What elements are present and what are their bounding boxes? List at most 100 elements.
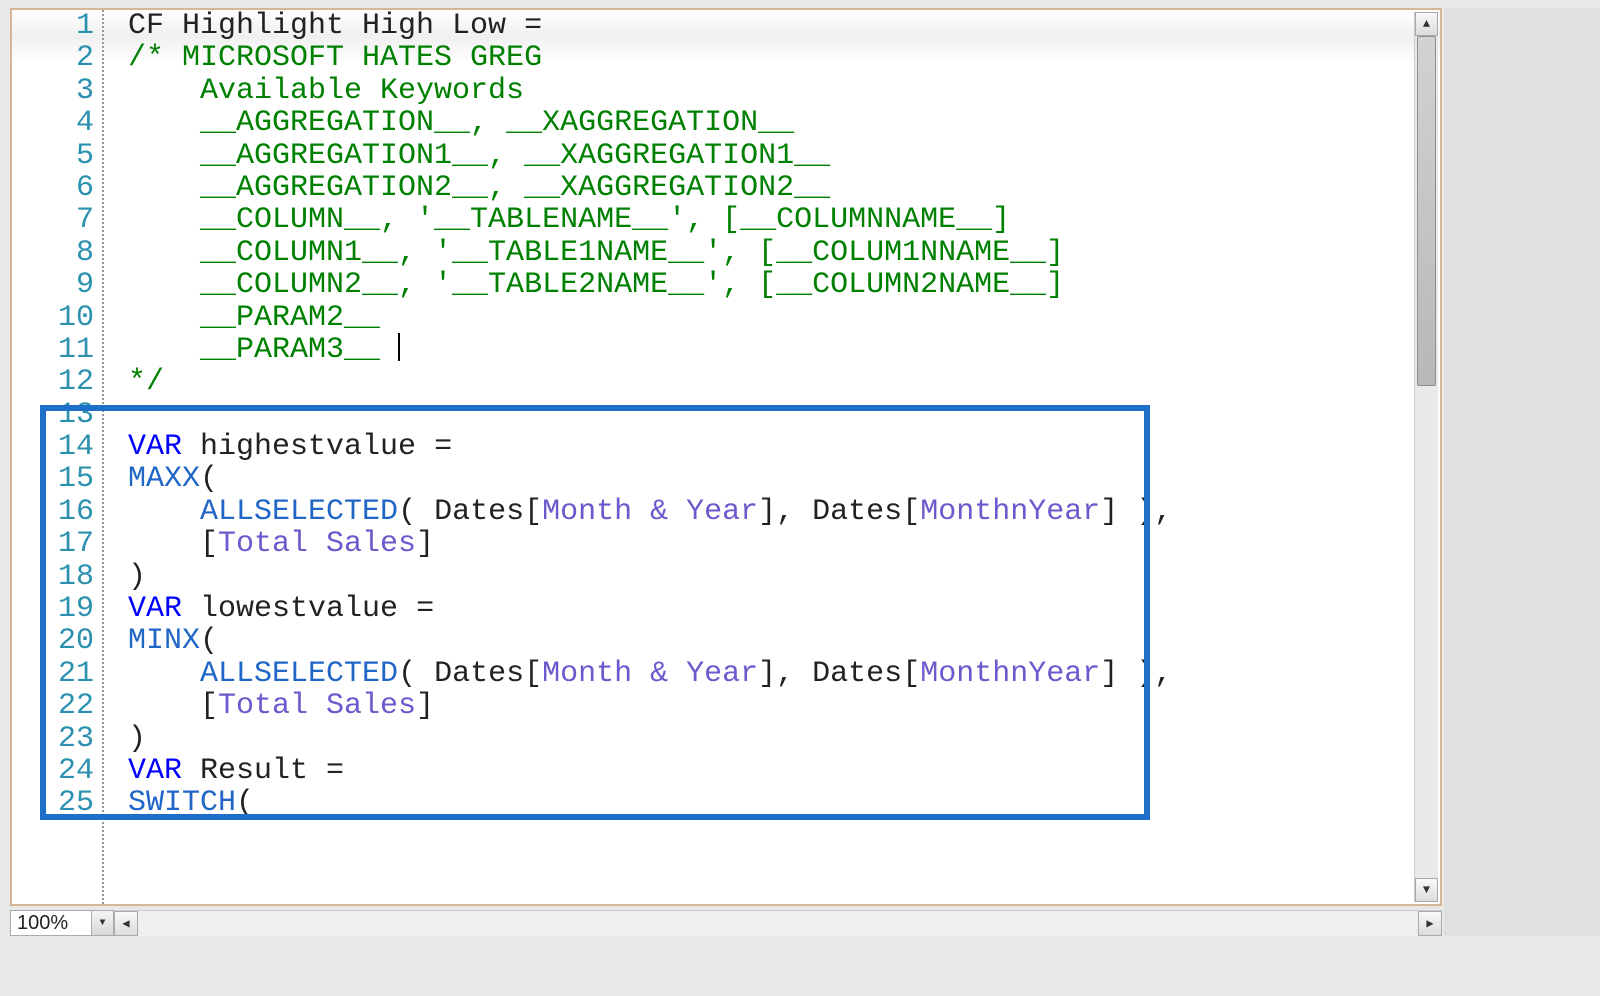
token-pn: = xyxy=(434,430,452,464)
line-number: 24 xyxy=(12,755,94,787)
code-line[interactable]: MINX( xyxy=(128,625,1440,657)
token-pn: [ xyxy=(902,657,920,691)
code-line[interactable]: ALLSELECTED( Dates[Month & Year], Dates[… xyxy=(128,496,1440,528)
code-line[interactable]: __AGGREGATION__, __XAGGREGATION__ xyxy=(128,107,1440,139)
token-fn: MINX xyxy=(128,624,200,658)
token-pn: ( xyxy=(200,624,218,658)
code-line[interactable]: ) xyxy=(128,723,1440,755)
code-line[interactable]: VAR Result = xyxy=(128,755,1440,787)
zoom-dropdown-button[interactable]: ▼ xyxy=(91,911,113,935)
zoom-control[interactable]: 100% ▼ xyxy=(10,910,114,936)
token-br: Total Sales xyxy=(218,689,416,723)
token-fn: ALLSELECTED xyxy=(200,657,398,691)
token-fn: MAXX xyxy=(128,462,200,496)
code-container[interactable]: 1234567891011121314151617181920212223242… xyxy=(12,10,1440,904)
vertical-scroll-thumb[interactable] xyxy=(1417,36,1436,386)
line-number: 23 xyxy=(12,723,94,755)
token-kw: VAR xyxy=(128,430,182,464)
token-pn: [ xyxy=(200,689,218,723)
token-id: lowestvalue xyxy=(182,592,416,626)
token-id: Dates xyxy=(434,495,524,529)
token-id: Dates xyxy=(434,657,524,691)
token-pn: [ xyxy=(902,495,920,529)
line-number: 19 xyxy=(12,593,94,625)
token-pn: ] ), xyxy=(1100,495,1172,529)
token-kw: VAR xyxy=(128,754,182,788)
code-line[interactable]: __COLUMN2__, '__TABLE2NAME__', [__COLUMN… xyxy=(128,269,1440,301)
token-fn: ALLSELECTED xyxy=(200,495,398,529)
token-cm: __PARAM2__ xyxy=(128,301,380,335)
token-cm: __AGGREGATION__, __XAGGREGATION__ xyxy=(128,106,794,140)
line-number: 21 xyxy=(12,658,94,690)
token-br: Month & Year xyxy=(542,495,758,529)
scroll-left-button[interactable]: ◀ xyxy=(114,911,138,936)
text-cursor xyxy=(398,333,400,361)
code-line[interactable]: __PARAM3__ xyxy=(128,334,1440,366)
token-id xyxy=(128,689,200,723)
side-panel-area xyxy=(1444,8,1600,936)
arrow-down-icon: ▼ xyxy=(1423,884,1430,897)
line-number: 3 xyxy=(12,75,94,107)
line-number: 11 xyxy=(12,334,94,366)
token-id xyxy=(128,495,200,529)
token-cm: __PARAM3__ xyxy=(128,333,398,367)
scroll-down-button[interactable]: ▼ xyxy=(1415,878,1438,902)
line-number: 25 xyxy=(12,787,94,819)
token-pn: ( xyxy=(398,495,434,529)
token-pn: [ xyxy=(524,495,542,529)
code-line[interactable]: ) xyxy=(128,561,1440,593)
code-line[interactable]: CF Highlight High Low = xyxy=(128,10,1440,42)
code-line[interactable]: VAR highestvalue = xyxy=(128,431,1440,463)
line-number: 5 xyxy=(12,140,94,172)
token-pn: [ xyxy=(200,527,218,561)
code-editor-frame: 1234567891011121314151617181920212223242… xyxy=(10,8,1442,906)
code-line[interactable]: VAR lowestvalue = xyxy=(128,593,1440,625)
arrow-left-icon: ◀ xyxy=(122,916,129,931)
chevron-down-icon: ▼ xyxy=(99,918,105,929)
line-number-gutter: 1234567891011121314151617181920212223242… xyxy=(12,10,104,904)
token-id: highestvalue xyxy=(182,430,434,464)
token-br: Total Sales xyxy=(218,527,416,561)
code-line[interactable]: */ xyxy=(128,366,1440,398)
token-kw: VAR xyxy=(128,592,182,626)
code-line[interactable]: [Total Sales] xyxy=(128,528,1440,560)
code-line[interactable] xyxy=(128,399,1440,431)
code-line[interactable]: ALLSELECTED( Dates[Month & Year], Dates[… xyxy=(128,658,1440,690)
vertical-scrollbar[interactable]: ▲ ▼ xyxy=(1414,12,1438,902)
line-number: 18 xyxy=(12,561,94,593)
token-pn: ] xyxy=(416,527,434,561)
token-br: MonthnYear xyxy=(920,495,1100,529)
code-line[interactable]: __COLUMN1__, '__TABLE1NAME__', [__COLUM1… xyxy=(128,237,1440,269)
line-number: 1 xyxy=(12,10,94,42)
token-br: MonthnYear xyxy=(920,657,1100,691)
vertical-scroll-track[interactable] xyxy=(1415,36,1438,878)
code-line[interactable]: __COLUMN__, '__TABLENAME__', [__COLUMNNA… xyxy=(128,204,1440,236)
code-line[interactable]: [Total Sales] xyxy=(128,690,1440,722)
token-id: CF Highlight High Low xyxy=(128,10,524,43)
token-br: Month & Year xyxy=(542,657,758,691)
token-cm: __COLUMN__, '__TABLENAME__', [__COLUMNNA… xyxy=(128,203,1010,237)
code-line[interactable]: Available Keywords xyxy=(128,75,1440,107)
token-id xyxy=(128,657,200,691)
arrow-right-icon: ▶ xyxy=(1426,916,1433,931)
line-number: 22 xyxy=(12,690,94,722)
code-line[interactable]: __PARAM2__ xyxy=(128,302,1440,334)
code-line[interactable]: SWITCH( xyxy=(128,787,1440,819)
scroll-up-button[interactable]: ▲ xyxy=(1415,12,1438,36)
code-body[interactable]: CF Highlight High Low =/* MICROSOFT HATE… xyxy=(104,10,1440,904)
token-pn: ] ), xyxy=(1100,657,1172,691)
line-number: 10 xyxy=(12,302,94,334)
code-line[interactable]: __AGGREGATION2__, __XAGGREGATION2__ xyxy=(128,172,1440,204)
code-line[interactable]: MAXX( xyxy=(128,463,1440,495)
token-pn: ( xyxy=(398,657,434,691)
code-line[interactable]: /* MICROSOFT HATES GREG xyxy=(128,42,1440,74)
code-line[interactable]: __AGGREGATION1__, __XAGGREGATION1__ xyxy=(128,140,1440,172)
token-pn: = xyxy=(326,754,344,788)
token-cm: __AGGREGATION1__, __XAGGREGATION1__ xyxy=(128,139,830,173)
line-number: 13 xyxy=(12,399,94,431)
line-number: 14 xyxy=(12,431,94,463)
horizontal-scrollbar[interactable]: ◀ ▶ xyxy=(114,910,1442,936)
scroll-right-button[interactable]: ▶ xyxy=(1418,911,1442,936)
line-number: 8 xyxy=(12,237,94,269)
line-number: 16 xyxy=(12,496,94,528)
